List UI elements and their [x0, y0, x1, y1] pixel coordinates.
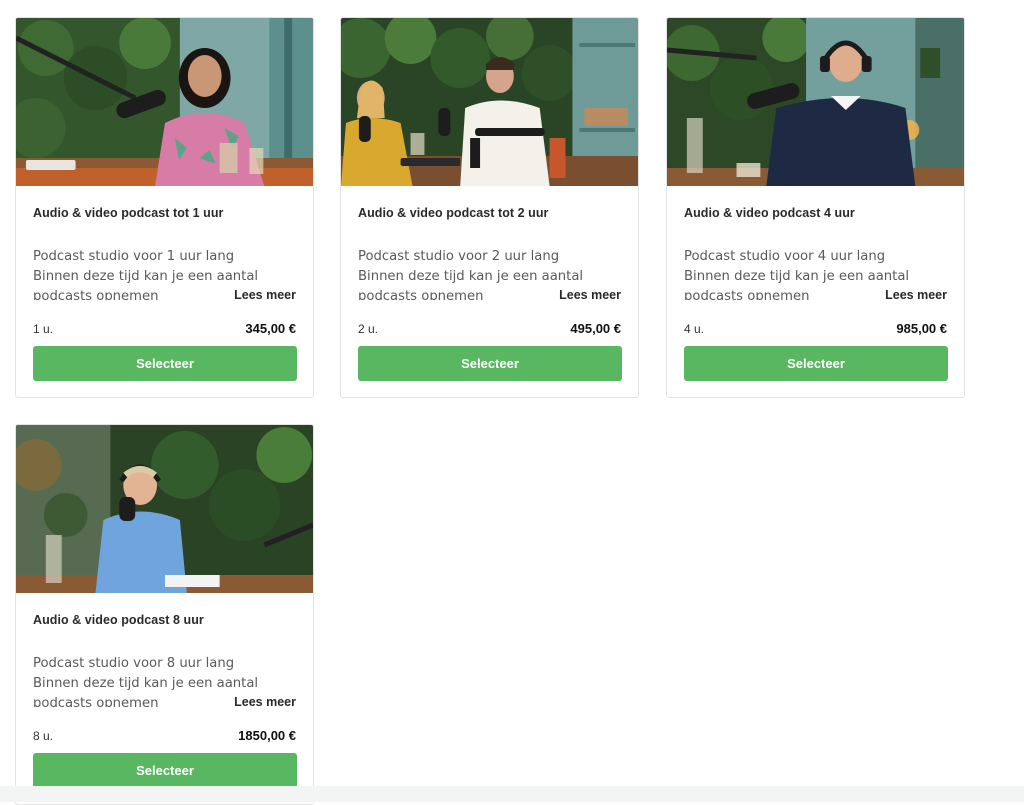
duration-label: 1 u.	[33, 322, 54, 336]
product-description: Podcast studio voor 1 uur lang Binnen de…	[33, 247, 263, 300]
product-photo[interactable]	[16, 425, 313, 593]
description-line: podcasts opnemen	[358, 289, 484, 300]
description-line: Podcast studio voor 8 uur lang	[33, 656, 235, 671]
product-card-8-hours: Audio & video podcast 8 uur Podcast stud…	[15, 424, 314, 805]
product-photo[interactable]	[667, 18, 964, 186]
product-photo[interactable]	[16, 18, 313, 186]
description-line: Podcast studio voor 1 uur lang	[33, 249, 235, 264]
description-line: Binnen deze tijd kan je een aantal	[684, 269, 910, 284]
product-description: Podcast studio voor 2 uur lang Binnen de…	[358, 247, 588, 300]
product-title: Audio & video podcast 8 uur	[33, 613, 204, 627]
product-card-2-hours: Audio & video podcast tot 2 uur Podcast …	[340, 17, 639, 398]
product-card-1-hour: Audio & video podcast tot 1 uur Podcast …	[15, 17, 314, 398]
price-label: 1850,00 €	[238, 728, 296, 743]
read-more-link[interactable]: Lees meer	[234, 288, 296, 302]
select-button[interactable]: Selecteer	[33, 753, 297, 788]
product-description: Podcast studio voor 4 uur lang Binnen de…	[684, 247, 914, 300]
bottom-bar	[0, 786, 1024, 802]
price-label: 345,00 €	[245, 321, 296, 336]
description-line: podcasts opnemen	[33, 289, 159, 300]
description-line: Binnen deze tijd kan je een aantal	[33, 676, 259, 691]
description-line: Podcast studio voor 2 uur lang	[358, 249, 560, 264]
duration-label: 8 u.	[33, 729, 54, 743]
select-button[interactable]: Selecteer	[684, 346, 948, 381]
product-description: Podcast studio voor 8 uur lang Binnen de…	[33, 654, 263, 707]
product-title: Audio & video podcast tot 2 uur	[358, 206, 549, 220]
select-button[interactable]: Selecteer	[358, 346, 622, 381]
duration-label: 2 u.	[358, 322, 379, 336]
description-line: Podcast studio voor 4 uur lang	[684, 249, 886, 264]
description-line: Binnen deze tijd kan je een aantal	[358, 269, 584, 284]
description-line: Binnen deze tijd kan je een aantal	[33, 269, 259, 284]
product-title: Audio & video podcast tot 1 uur	[33, 206, 224, 220]
description-line: podcasts opnemen	[684, 289, 810, 300]
read-more-link[interactable]: Lees meer	[885, 288, 947, 302]
description-line: podcasts opnemen	[33, 696, 159, 707]
product-photo[interactable]	[341, 18, 638, 186]
read-more-link[interactable]: Lees meer	[559, 288, 621, 302]
duration-label: 4 u.	[684, 322, 705, 336]
price-label: 985,00 €	[896, 321, 947, 336]
select-button[interactable]: Selecteer	[33, 346, 297, 381]
read-more-link[interactable]: Lees meer	[234, 695, 296, 709]
product-title: Audio & video podcast 4 uur	[684, 206, 855, 220]
product-card-4-hours: Audio & video podcast 4 uur Podcast stud…	[666, 17, 965, 398]
price-label: 495,00 €	[570, 321, 621, 336]
